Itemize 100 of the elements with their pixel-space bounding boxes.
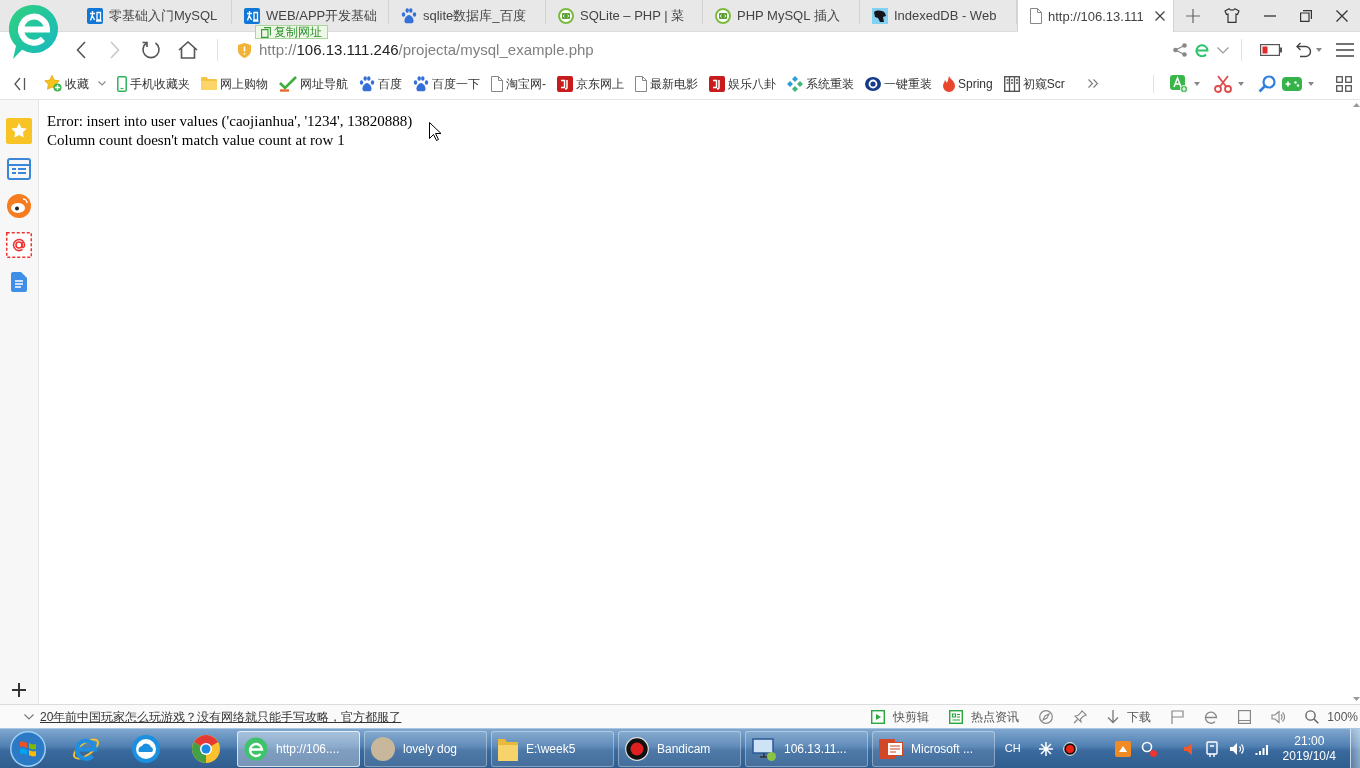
bookmark-link[interactable]: 收藏 <box>44 75 106 92</box>
gamepad-icon[interactable] <box>1282 75 1302 92</box>
bookmark-link[interactable]: 系统重装 <box>787 75 854 92</box>
document-icon[interactable] <box>11 272 27 292</box>
e-letter-icon[interactable] <box>1204 709 1219 724</box>
close-icon[interactable] <box>1336 9 1348 22</box>
clock-date[interactable]: 2019/10/4 <box>1282 748 1336 764</box>
refresh-icon[interactable] <box>141 40 161 60</box>
flag-icon[interactable] <box>1171 709 1185 724</box>
eye-disc-icon[interactable] <box>7 194 31 218</box>
caret-icon[interactable] <box>1316 48 1322 52</box>
photo-placeholder <box>371 736 395 761</box>
plug-icon[interactable] <box>1204 740 1219 757</box>
folder-icon <box>498 736 518 761</box>
language-indicator[interactable]: CH <box>1004 742 1021 755</box>
taskbar-button[interactable]: 106.13.11... <box>745 730 868 767</box>
browser-tab[interactable]: http://106.13.111 <box>1017 0 1174 32</box>
taskbar-button[interactable]: E:\week5 <box>491 730 614 767</box>
bookmark-link[interactable]: 百度 <box>359 75 402 92</box>
caret-icon[interactable] <box>1238 81 1244 86</box>
status-tool-button[interactable]: 热点资讯 <box>949 708 1020 725</box>
compass-icon[interactable] <box>1039 709 1054 724</box>
bookmark-link[interactable]: 一键重装 <box>865 75 932 92</box>
record-icon <box>625 736 649 761</box>
double-chevron-icon[interactable] <box>1087 79 1098 88</box>
play-square-icon <box>871 709 886 724</box>
error-text: Error: insert into user values ('caojianhua', '1234', 13820888) <box>47 112 413 131</box>
scissors-icon[interactable] <box>1214 74 1232 93</box>
speaker-icon[interactable] <box>1271 709 1286 724</box>
home-icon[interactable] <box>178 41 198 59</box>
taskbar-button[interactable]: Bandicam <box>618 730 741 767</box>
bookmark-link[interactable]: 百度一下 <box>413 75 480 92</box>
square-tile-icon <box>709 75 725 92</box>
record-icon[interactable] <box>1062 741 1077 756</box>
chevron-down-icon[interactable] <box>1217 46 1229 54</box>
app-tile-icon[interactable] <box>1114 740 1131 757</box>
start-orb-icon[interactable] <box>10 730 46 767</box>
zoom-level-button[interactable]: 100% <box>1305 708 1358 725</box>
grid-icon[interactable] <box>1336 75 1352 92</box>
battery-icon[interactable] <box>1260 44 1282 56</box>
status-tool-button[interactable]: 快剪辑 <box>871 708 930 725</box>
caret-icon[interactable] <box>1194 81 1200 86</box>
bookmark-link[interactable]: 手机收藏夹 <box>117 75 190 92</box>
asterisk-icon[interactable] <box>1038 741 1053 756</box>
minimize-icon[interactable] <box>1264 14 1276 17</box>
e-letter-icon[interactable] <box>1195 43 1209 57</box>
back-icon[interactable] <box>76 41 86 59</box>
list-icon[interactable] <box>7 158 31 180</box>
collapse-icon[interactable] <box>14 76 26 91</box>
page-icon <box>635 75 647 92</box>
eye-disc-icon <box>865 76 881 91</box>
bookmark-link[interactable]: 最新电影 <box>635 75 698 92</box>
star-tile-icon[interactable] <box>6 118 32 144</box>
page-icon <box>491 75 503 92</box>
cloud-circle-icon[interactable] <box>132 734 160 763</box>
translate-icon[interactable] <box>1170 74 1188 93</box>
close-icon[interactable] <box>1155 11 1165 21</box>
bookmark-link[interactable]: 京东网上 <box>557 75 624 92</box>
taskbar-button[interactable]: lovely dog <box>364 730 487 767</box>
menu-icon[interactable] <box>1336 43 1354 57</box>
bookmark-link[interactable]: 网址导航 <box>279 75 348 92</box>
bookmark-link[interactable]: Spring <box>943 75 993 92</box>
plus-icon[interactable] <box>12 683 26 697</box>
animal-head-icon <box>872 7 888 24</box>
signal-bars-icon[interactable] <box>1254 742 1269 755</box>
bookmark-link[interactable]: 淘宝网- <box>491 75 546 92</box>
share-icon[interactable] <box>1173 43 1187 57</box>
tricolor-circle-icon[interactable] <box>192 734 220 763</box>
chevron-down-icon[interactable] <box>24 713 34 720</box>
undo-icon[interactable] <box>1296 42 1312 58</box>
ring-dot-icon[interactable] <box>1140 740 1157 757</box>
at-sign-icon[interactable] <box>6 232 32 258</box>
presentation-icon <box>879 737 903 760</box>
address-field[interactable]: http://106.13.111.246/projecta/mysql_example.php <box>259 40 1173 60</box>
news-square-icon <box>949 709 964 724</box>
restore-icon[interactable] <box>1300 9 1312 22</box>
pin-icon[interactable] <box>1073 709 1088 724</box>
taskbar-button[interactable]: Microsoft ... <box>872 730 995 767</box>
window-icon[interactable] <box>1238 709 1252 724</box>
paw-icon <box>401 7 417 24</box>
news-headline-link[interactable]: 20年前中国玩家怎么玩游戏？没有网络就只能手写攻略，官方都服了 <box>40 708 402 725</box>
zoom-icon <box>1305 709 1320 724</box>
e-circle-icon <box>244 736 268 761</box>
monitor-icon <box>752 736 776 761</box>
clock-time[interactable]: 21:00 <box>1294 733 1325 749</box>
bookmark-link[interactable]: 网上购物 <box>201 75 268 92</box>
bookmark-link[interactable]: 娱乐八卦 <box>709 75 776 92</box>
page-icon <box>1030 8 1042 24</box>
scroll-down-icon[interactable] <box>1352 697 1360 701</box>
bookmark-link[interactable]: 初窥Scr <box>1003 75 1065 92</box>
volume-icon[interactable] <box>1228 741 1245 756</box>
status-tool-button[interactable]: 下载 <box>1107 708 1152 725</box>
shirt-icon[interactable] <box>1224 8 1240 23</box>
copy-url-button[interactable]: 复制网址 <box>255 25 328 39</box>
code-circle-icon <box>715 7 731 24</box>
new-tab-icon[interactable] <box>1186 8 1200 23</box>
search-icon[interactable] <box>1258 74 1276 93</box>
scroll-up-icon[interactable] <box>1352 103 1360 107</box>
caret-icon[interactable] <box>1308 81 1314 86</box>
show-desktop-button[interactable] <box>1350 728 1360 768</box>
